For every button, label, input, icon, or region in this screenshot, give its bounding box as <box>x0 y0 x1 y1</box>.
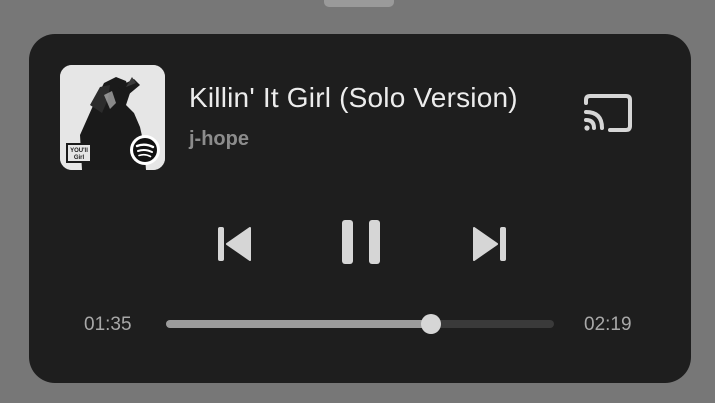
album-art-text-line1: YOU'll <box>70 148 88 154</box>
cast-button[interactable] <box>582 92 634 134</box>
pause-button[interactable] <box>329 210 393 274</box>
skip-next-icon <box>473 227 506 261</box>
cast-icon <box>584 94 632 132</box>
media-player-card: YOU'll Girl Killin' It Girl (Solo Versio… <box>29 34 691 383</box>
skip-previous-icon <box>218 227 251 261</box>
previous-button[interactable] <box>209 218 261 270</box>
pause-icon <box>342 220 380 264</box>
track-title: Killin' It Girl (Solo Version) <box>189 82 518 113</box>
album-art[interactable]: YOU'll Girl <box>60 65 165 170</box>
spotify-icon <box>130 135 160 165</box>
album-art-text-line2: Girl <box>74 155 85 161</box>
progress-bar[interactable] <box>166 314 554 334</box>
progress-fill <box>166 320 431 328</box>
album-art-image: YOU'll Girl <box>60 65 165 170</box>
next-button[interactable] <box>463 218 515 270</box>
total-time: 02:19 <box>584 314 632 335</box>
drag-handle[interactable] <box>324 0 394 7</box>
elapsed-time: 01:35 <box>84 314 132 335</box>
artist-name: j-hope <box>189 128 249 150</box>
progress-thumb[interactable] <box>421 314 441 334</box>
